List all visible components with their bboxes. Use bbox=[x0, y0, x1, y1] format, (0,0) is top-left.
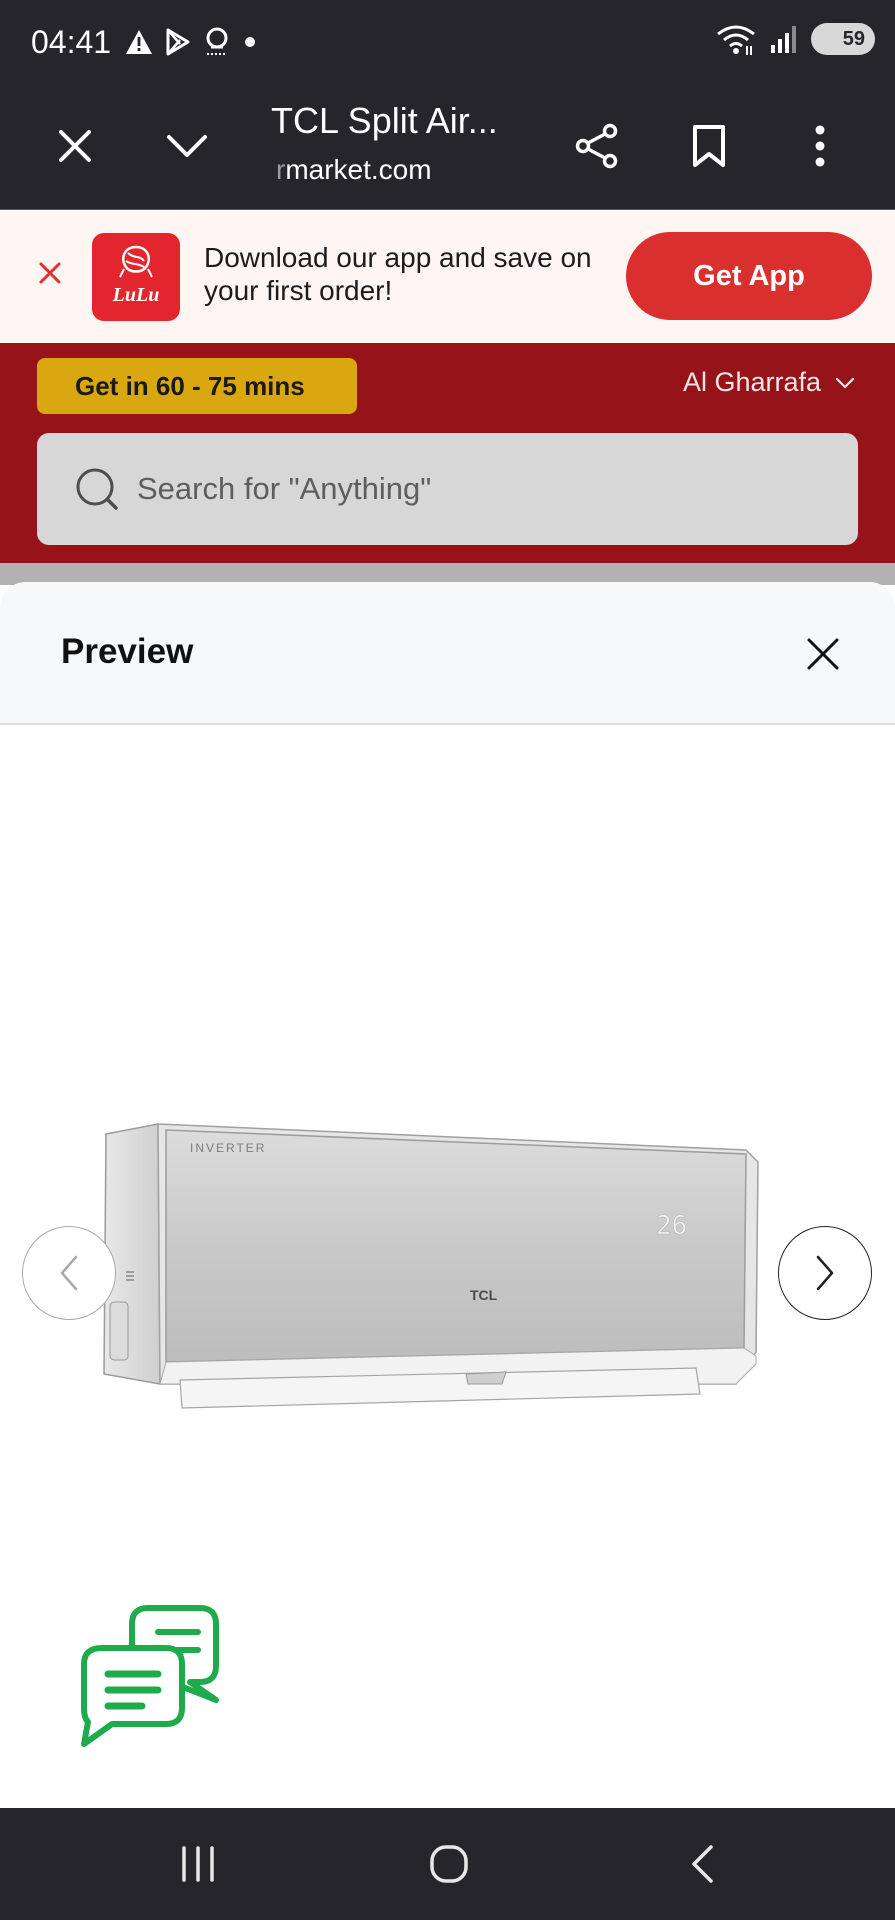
preview-close-button[interactable] bbox=[799, 630, 847, 678]
bookmark-button[interactable] bbox=[679, 116, 739, 176]
preview-title: Preview bbox=[61, 632, 194, 671]
home-icon bbox=[430, 1845, 468, 1883]
close-tab-button[interactable] bbox=[45, 116, 105, 176]
product-badge-text: INVERTER bbox=[190, 1141, 266, 1155]
bookmark-icon bbox=[693, 125, 725, 167]
share-icon bbox=[575, 123, 618, 169]
get-app-button[interactable]: Get App bbox=[626, 232, 872, 320]
tab-title: TCL Split Air... bbox=[271, 100, 498, 141]
preview-sheet: Preview INVERTER 26 TCL bbox=[0, 582, 895, 1808]
recent-apps-button[interactable] bbox=[168, 1836, 228, 1892]
tab-url: rmarket.com bbox=[276, 154, 432, 186]
minimize-tab-button[interactable] bbox=[157, 116, 217, 176]
app-download-banner: LuLu Download our app and save on your f… bbox=[0, 211, 895, 343]
location-label: Al Gharrafa bbox=[682, 367, 821, 397]
delivery-time-badge: Get in 60 - 75 mins bbox=[37, 358, 357, 414]
banner-close-button[interactable] bbox=[32, 255, 68, 291]
lulu-logo: LuLu bbox=[92, 233, 180, 321]
product-image[interactable]: INVERTER 26 TCL bbox=[96, 1112, 762, 1412]
lulu-logo-mark: LuLu bbox=[112, 245, 160, 306]
search-input[interactable] bbox=[137, 471, 817, 507]
status-bar: 04:41 59 bbox=[0, 0, 895, 86]
warning-icon bbox=[126, 30, 152, 54]
chevron-down-icon bbox=[167, 135, 207, 157]
more-vert-icon bbox=[815, 125, 825, 167]
chevron-right-icon bbox=[816, 1255, 834, 1291]
location-selector[interactable]: Al Gharrafa bbox=[683, 367, 855, 398]
product-display-temp: 26 bbox=[656, 1211, 687, 1241]
store-header: Get in 60 - 75 mins Al Gharrafa bbox=[0, 343, 895, 563]
product-brand-text: TCL bbox=[470, 1287, 498, 1303]
chevron-down-icon bbox=[835, 377, 855, 389]
system-nav-bar bbox=[0, 1808, 895, 1920]
battery-level: 59 bbox=[842, 27, 865, 50]
signal-icon bbox=[771, 26, 796, 53]
status-icons-right: 59 bbox=[715, 22, 875, 56]
wifi-icon bbox=[717, 25, 755, 55]
banner-message: Download our app and save on your first … bbox=[204, 242, 592, 306]
share-button[interactable] bbox=[567, 116, 627, 176]
status-icons-left bbox=[124, 26, 258, 58]
close-icon bbox=[59, 130, 91, 162]
preview-header: Preview bbox=[0, 582, 895, 725]
tab-url-domain: market.com bbox=[285, 154, 432, 185]
browser-toolbar: TCL Split Air... rmarket.com bbox=[0, 86, 895, 210]
battery-icon: 59 bbox=[811, 23, 875, 55]
next-image-button[interactable] bbox=[778, 1226, 872, 1320]
more-options-button[interactable] bbox=[790, 116, 850, 176]
back-icon bbox=[692, 1845, 713, 1883]
notification-icon bbox=[206, 27, 228, 55]
tab-url-prefix: r bbox=[276, 154, 286, 185]
chevron-left-icon bbox=[60, 1255, 78, 1291]
search-bar[interactable] bbox=[37, 433, 858, 545]
play-store-icon bbox=[166, 28, 190, 56]
close-icon bbox=[807, 638, 839, 670]
close-icon bbox=[39, 262, 61, 284]
chat-bubbles-icon bbox=[81, 1605, 219, 1747]
previous-image-button[interactable] bbox=[22, 1226, 116, 1320]
dot-icon bbox=[245, 37, 255, 47]
back-button[interactable] bbox=[672, 1836, 732, 1892]
status-time: 04:41 bbox=[31, 24, 112, 60]
home-button[interactable] bbox=[419, 1836, 479, 1892]
recent-apps-icon bbox=[182, 1846, 214, 1882]
chat-support-button[interactable] bbox=[78, 1602, 226, 1750]
lulu-logo-text: LuLu bbox=[112, 284, 160, 306]
search-icon bbox=[76, 468, 118, 510]
